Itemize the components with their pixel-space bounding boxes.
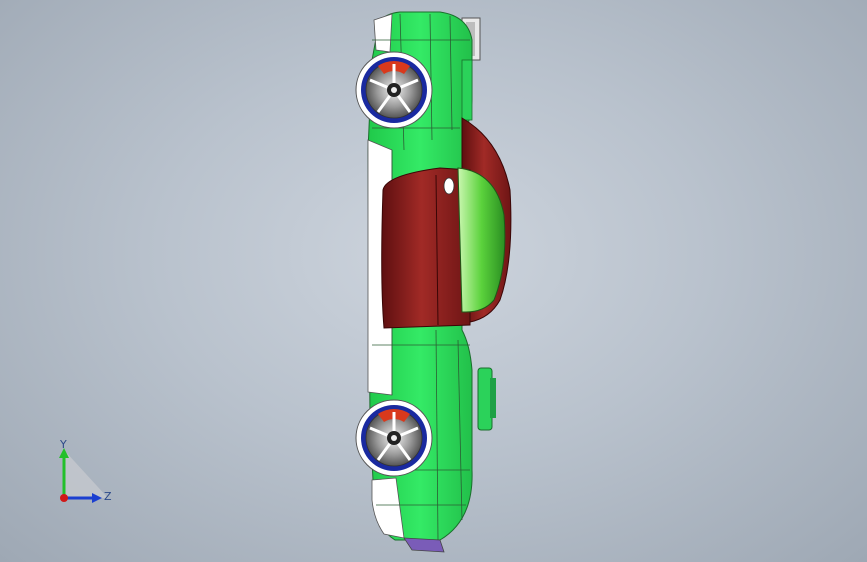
rear-wheel xyxy=(355,399,433,477)
front-wheel xyxy=(355,51,433,129)
3d-viewport[interactable]: Y Z xyxy=(0,0,867,562)
origin-dot xyxy=(60,494,68,502)
car-model[interactable] xyxy=(0,0,867,562)
front-splitter xyxy=(403,537,445,553)
y-axis-label: Y xyxy=(59,440,67,451)
z-axis-label: Z xyxy=(104,490,112,503)
coordinate-triad: Y Z xyxy=(59,440,112,503)
